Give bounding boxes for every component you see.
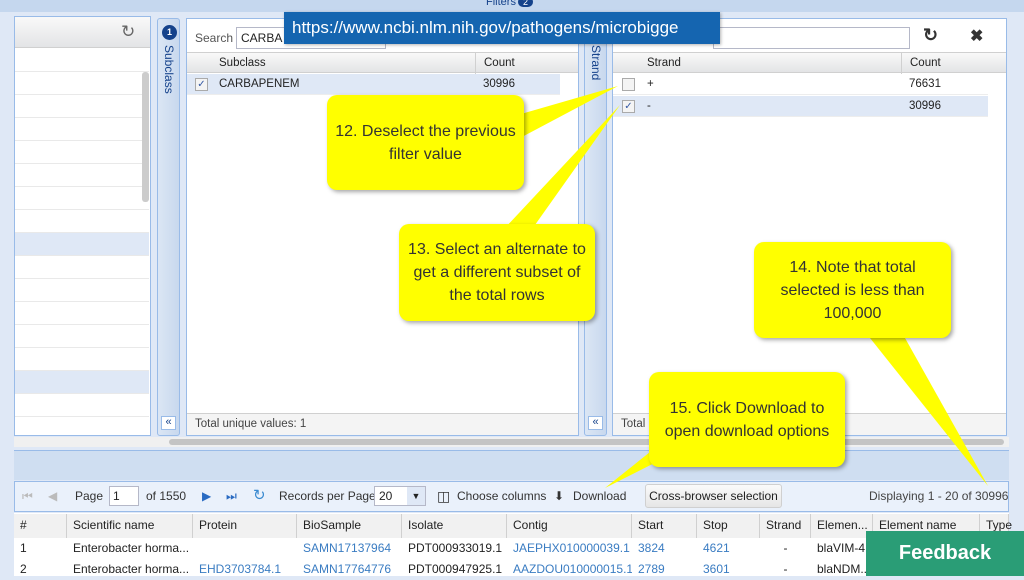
- callout-14: 14. Note that total selected is less tha…: [754, 242, 951, 338]
- feedback-button[interactable]: Feedback: [866, 531, 1024, 576]
- callout-12: 12. Deselect the previous filter value: [327, 95, 524, 190]
- callout-13: 13. Select an alternate to get a differe…: [399, 224, 595, 321]
- pointer-14: [870, 338, 988, 486]
- callout-15: 15. Click Download to open download opti…: [649, 372, 845, 467]
